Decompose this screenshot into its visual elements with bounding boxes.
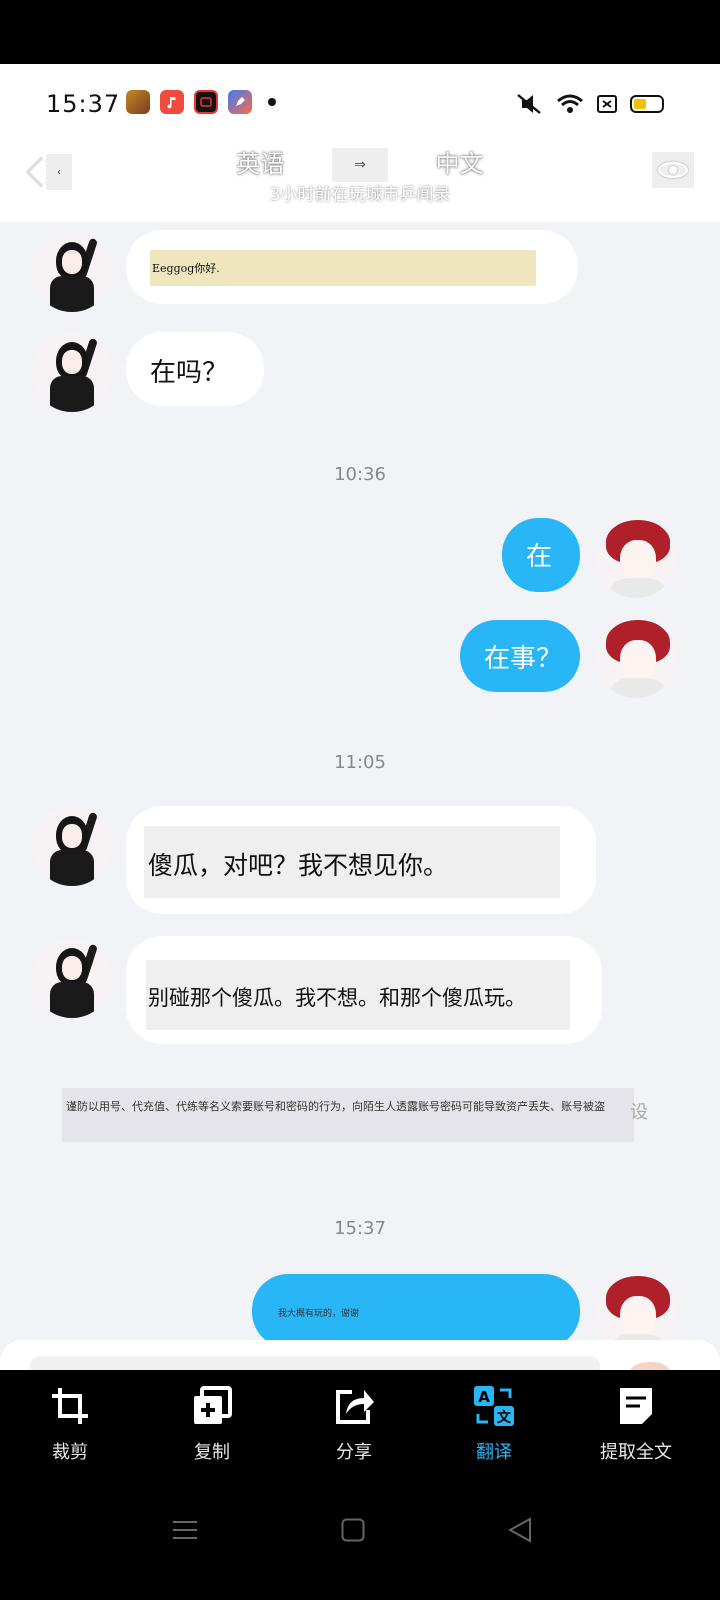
translate-button[interactable]: A 文 翻译: [424, 1384, 564, 1474]
avatar[interactable]: [32, 938, 112, 1018]
avatar[interactable]: [32, 232, 112, 312]
share-label: 分享: [336, 1442, 372, 1463]
message-bubble[interactable]: 傻瓜，对吧？我不想见你。: [126, 806, 596, 914]
copy-button[interactable]: 复制: [142, 1384, 282, 1474]
translate-icon: A 文: [472, 1384, 516, 1428]
share-button[interactable]: 分享: [284, 1384, 424, 1474]
share-icon: [332, 1384, 376, 1428]
message-bubble[interactable]: 在: [502, 518, 580, 592]
menu-icon: [173, 1521, 197, 1539]
screenshot-toolbar: 裁剪 复制 分享 A 文 翻译 提取全文: [0, 1370, 720, 1480]
message-bubble[interactable]: 我大概有玩的，谢谢: [252, 1274, 580, 1348]
svg-text:A: A: [478, 1388, 490, 1406]
extract-text-button[interactable]: 提取全文: [566, 1384, 706, 1474]
input-sheet: [0, 1340, 720, 1382]
avatar[interactable]: [596, 518, 676, 598]
menu-button[interactable]: [155, 1510, 215, 1550]
home-square-icon: [341, 1518, 365, 1542]
top-black-bar: [0, 0, 720, 64]
safety-notice: 谨防以用号、代充值、代练等名义索要账号和密码的行为，向陌生人透露账号密码可能导致…: [62, 1088, 634, 1142]
message-text: 在: [526, 542, 553, 572]
copy-icon: [190, 1384, 234, 1428]
notification-dot-icon: [268, 98, 276, 106]
home-button[interactable]: [323, 1510, 383, 1550]
view-toggle-button[interactable]: [652, 152, 694, 188]
message-bubble[interactable]: Eeggog你好.: [126, 230, 578, 304]
crop-icon: [48, 1384, 92, 1428]
message-bubble[interactable]: 在事？: [460, 620, 580, 692]
timestamp: 15:37: [334, 1218, 386, 1239]
wifi-icon: [557, 94, 583, 113]
mute-icon: [517, 94, 541, 114]
message-text: 傻瓜，对吧？我不想见你。: [148, 851, 449, 880]
music-app-icon: [160, 90, 184, 114]
chat-header: ‹ 英语 ⇒ 中文 3小时前在玩城市乒闻录: [0, 148, 720, 222]
extract-text-label: 提取全文: [600, 1442, 672, 1463]
back-nav-button[interactable]: [490, 1510, 550, 1550]
avatar[interactable]: [32, 332, 112, 412]
crop-button[interactable]: 裁剪: [0, 1384, 140, 1474]
status-time: 15:37: [46, 90, 121, 118]
sim-icon: [597, 95, 617, 113]
avatar[interactable]: [596, 618, 676, 698]
safety-notice-settings-link[interactable]: 设: [630, 1098, 648, 1124]
copy-label: 复制: [194, 1442, 230, 1463]
extract-text-icon: [614, 1384, 658, 1428]
crop-label: 裁剪: [52, 1442, 88, 1463]
chat-area[interactable]: Eeggog你好. 在吗？ 10:36 在 在事？ 11:05 傻瓜，对吧？我不…: [0, 222, 720, 1370]
back-triangle-icon: [508, 1517, 531, 1543]
message-text: 别碰那个傻瓜。我不想。和那个傻瓜玩。: [148, 986, 526, 1010]
battery-icon: [630, 95, 664, 113]
translation-language-row: 英语 ⇒ 中文: [0, 144, 720, 182]
message-text: 我大概有玩的，谢谢: [278, 1309, 360, 1319]
timestamp: 10:36: [334, 464, 386, 485]
system-navigation-bar: [0, 1480, 720, 1600]
message-text: 在吗？: [150, 358, 229, 388]
message-bubble[interactable]: 别碰那个傻瓜。我不想。和那个傻瓜玩。: [126, 936, 602, 1044]
status-bar: 15:37: [0, 64, 720, 150]
message-bubble[interactable]: 在吗？: [126, 332, 264, 406]
svg-text:文: 文: [497, 1409, 512, 1426]
message-text: Eeggog你好.: [152, 262, 220, 275]
timestamp: 11:05: [334, 752, 386, 773]
game-app-icon: [126, 90, 150, 114]
avatar[interactable]: [32, 806, 112, 886]
status-indicators: [514, 92, 664, 116]
recorder-app-icon: [194, 90, 218, 114]
message-text: 在事？: [484, 644, 563, 674]
pen-app-icon: [228, 90, 252, 114]
translate-label: 翻译: [476, 1442, 512, 1463]
chat-subtitle: 3小时前在玩城市乒闻录: [269, 185, 451, 205]
source-language[interactable]: 英语: [236, 150, 284, 178]
swap-arrow-icon[interactable]: ⇒: [332, 148, 388, 182]
status-app-icons: [126, 90, 276, 114]
eye-icon: [658, 162, 688, 178]
target-language[interactable]: 中文: [436, 150, 484, 178]
